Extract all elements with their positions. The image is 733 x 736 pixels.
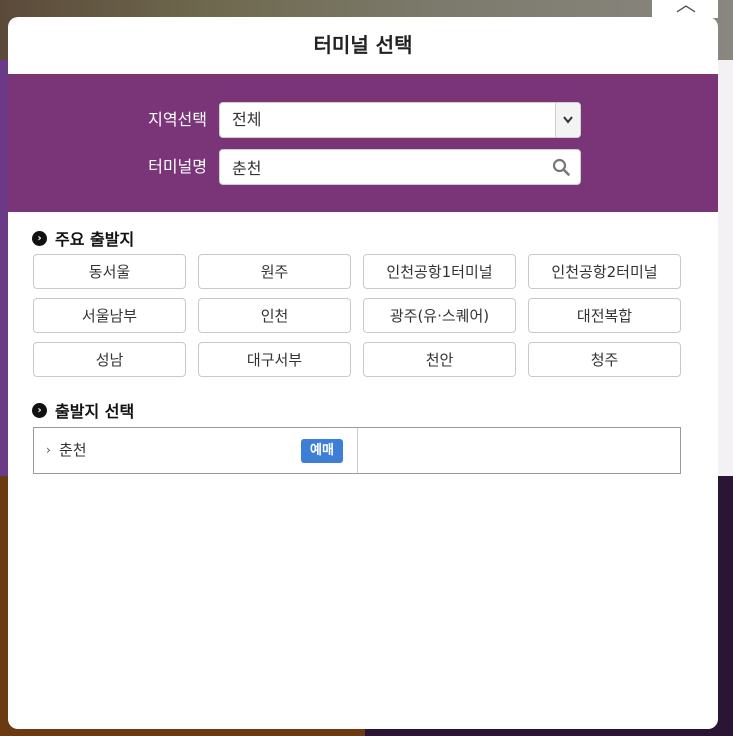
close-button[interactable]: ︿ [652, 0, 718, 18]
region-label: 지역선택 [148, 110, 207, 129]
chevron-right-icon: › [46, 443, 51, 457]
terminal-button[interactable]: 인천공항2터미널 [528, 254, 681, 289]
reserve-badge[interactable]: 예매 [301, 439, 343, 463]
terminal-button[interactable]: 광주(유·스퀘어) [363, 298, 516, 333]
terminal-button[interactable]: 대전복합 [528, 298, 681, 333]
terminal-button[interactable]: 서울남부 [33, 298, 186, 333]
terminal-button[interactable]: 청주 [528, 342, 681, 377]
terminal-row: 터미널명 [8, 149, 718, 185]
chevron-down-icon[interactable] [555, 103, 580, 137]
terminal-button[interactable]: 천안 [363, 342, 516, 377]
major-departures-heading: › 주요 출발지 [32, 226, 134, 250]
background-right [718, 60, 733, 480]
terminal-label: 터미널명 [148, 157, 207, 176]
list-item[interactable]: › 춘천 예매 [34, 428, 358, 473]
terminal-button[interactable]: 성남 [33, 342, 186, 377]
departure-name: 춘천 [59, 441, 87, 459]
terminal-button[interactable]: 인천공항1터미널 [363, 254, 516, 289]
terminal-search-field[interactable] [219, 149, 581, 185]
region-row: 지역선택 전체 [8, 102, 718, 138]
modal-title: 터미널 선택 [313, 33, 413, 57]
region-select[interactable]: 전체 [219, 102, 581, 138]
chevron-right-circle-icon: › [32, 230, 47, 246]
terminal-select-modal: 터미널 선택 지역선택 전체 터미널명 › 주요 출발지 [8, 17, 718, 729]
departure-select-heading: › 출발지 선택 [32, 398, 134, 422]
search-panel: 지역선택 전체 터미널명 [8, 74, 718, 212]
terminal-button[interactable]: 인천 [198, 298, 351, 333]
terminal-search-input[interactable] [220, 150, 564, 184]
terminal-button[interactable]: 대구서부 [198, 342, 351, 377]
major-departures-title: 주요 출발지 [55, 230, 135, 249]
terminal-button[interactable]: 동서울 [33, 254, 186, 289]
chevron-right-circle-icon: › [32, 402, 47, 418]
search-icon[interactable] [552, 158, 570, 176]
departure-select-title: 출발지 선택 [55, 402, 135, 421]
departure-table: › 춘천 예매 [33, 427, 681, 474]
terminal-button[interactable]: 원주 [198, 254, 351, 289]
close-x-icon: ︿ [676, 0, 696, 16]
region-select-value: 전체 [232, 110, 262, 129]
